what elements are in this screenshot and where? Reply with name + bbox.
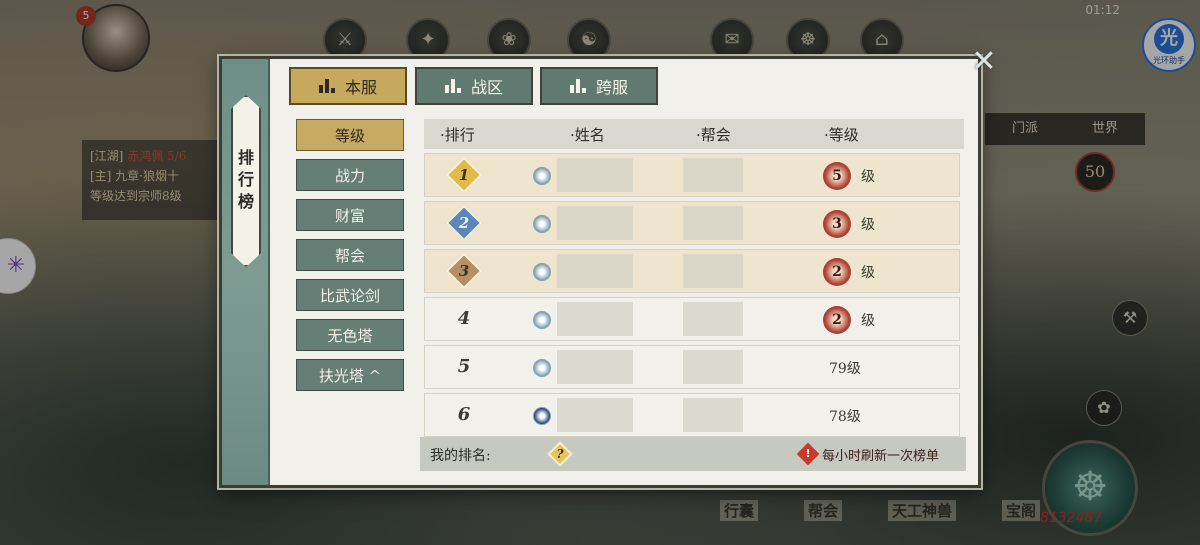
- my-rank-bar: 我的排名: ? ! 每小时刷新一次榜单: [420, 437, 966, 471]
- column-rank: ·排行: [440, 126, 475, 144]
- category-wealth[interactable]: 财富: [296, 199, 404, 231]
- redacted-guild: [683, 350, 743, 384]
- redacted-guild: [683, 158, 743, 192]
- sect-icon: [533, 407, 551, 425]
- level-rank-badge: 5: [823, 162, 851, 190]
- table-row[interactable]: 5 79级: [424, 345, 960, 389]
- category-level[interactable]: 等级: [296, 119, 404, 151]
- rank-number: 2: [458, 214, 470, 232]
- tab-war-zone[interactable]: 战区: [415, 67, 533, 105]
- rank-number: 3: [458, 262, 470, 280]
- tab-label: 跨服: [595, 78, 628, 97]
- my-rank-value: ?: [556, 447, 564, 461]
- sect-icon: [533, 359, 551, 377]
- tab-cross-server[interactable]: 跨服: [540, 67, 658, 105]
- level-value: 79级: [829, 361, 861, 377]
- redacted-guild: [683, 302, 743, 336]
- redacted-name: [557, 350, 633, 384]
- redacted-name: [557, 254, 633, 288]
- redacted-name: [557, 158, 633, 192]
- level-rank-badge: 2: [823, 258, 851, 286]
- sect-icon: [533, 311, 551, 329]
- sect-icon: [533, 263, 551, 281]
- category-power[interactable]: 战力: [296, 159, 404, 191]
- rank-number: 5: [457, 356, 471, 377]
- warning-icon-mark: !: [805, 447, 811, 460]
- rank-number: 4: [457, 308, 471, 329]
- table-row[interactable]: 4 2 级: [424, 297, 960, 341]
- redacted-name: [557, 206, 633, 240]
- level-suffix: 级: [861, 265, 875, 281]
- tab-label: 本服: [344, 78, 377, 97]
- close-icon[interactable]: ✕: [967, 47, 1001, 81]
- refresh-note: 每小时刷新一次榜单: [822, 449, 940, 464]
- column-guild: ·帮会: [696, 126, 731, 144]
- redacted-name: [557, 398, 633, 432]
- leaderboard-title: 排行榜: [237, 148, 254, 211]
- category-guild[interactable]: 帮会: [296, 239, 404, 271]
- column-name: ·姓名: [570, 126, 605, 144]
- bar-chart-icon: [569, 79, 586, 93]
- level-value: 78级: [829, 409, 861, 425]
- sect-icon: [533, 215, 551, 233]
- level-rank-badge: 2: [823, 306, 851, 334]
- rank-number: 1: [458, 166, 470, 184]
- bar-chart-icon: [318, 79, 335, 93]
- redacted-guild: [683, 254, 743, 288]
- redacted-guild: [683, 206, 743, 240]
- rank-number: 6: [457, 404, 471, 425]
- table-row[interactable]: 6 78级: [424, 393, 960, 437]
- redacted-name: [557, 302, 633, 336]
- table-header: ·排行 ·姓名 ·帮会 ·等级: [424, 119, 964, 149]
- bar-chart-icon: [444, 79, 461, 93]
- level-suffix: 级: [861, 217, 875, 233]
- level-suffix: 级: [861, 313, 875, 329]
- tab-local-server[interactable]: 本服: [289, 67, 407, 105]
- category-colorless-tower[interactable]: 无色塔: [296, 319, 404, 351]
- my-rank-label: 我的排名:: [430, 448, 491, 464]
- table-row[interactable]: 2 3 级: [424, 201, 960, 245]
- sect-icon: [533, 167, 551, 185]
- table-row[interactable]: 1 5 级: [424, 153, 960, 197]
- category-duel[interactable]: 比武论剑: [296, 279, 404, 311]
- leaderboard-modal: 排行榜 ✕ 本服 战区 跨服 等级 战力 财富 帮会 比武论剑 无色塔 扶光塔 …: [219, 47, 997, 488]
- modal-side-rail: 排行榜: [222, 59, 270, 485]
- level-suffix: 级: [861, 169, 875, 185]
- column-level: ·等级: [824, 126, 859, 144]
- redacted-guild: [683, 398, 743, 432]
- tab-label: 战区: [470, 78, 503, 97]
- table-row[interactable]: 3 2 级: [424, 249, 960, 293]
- category-fuguang-tower[interactable]: 扶光塔 ^: [296, 359, 404, 391]
- level-rank-badge: 3: [823, 210, 851, 238]
